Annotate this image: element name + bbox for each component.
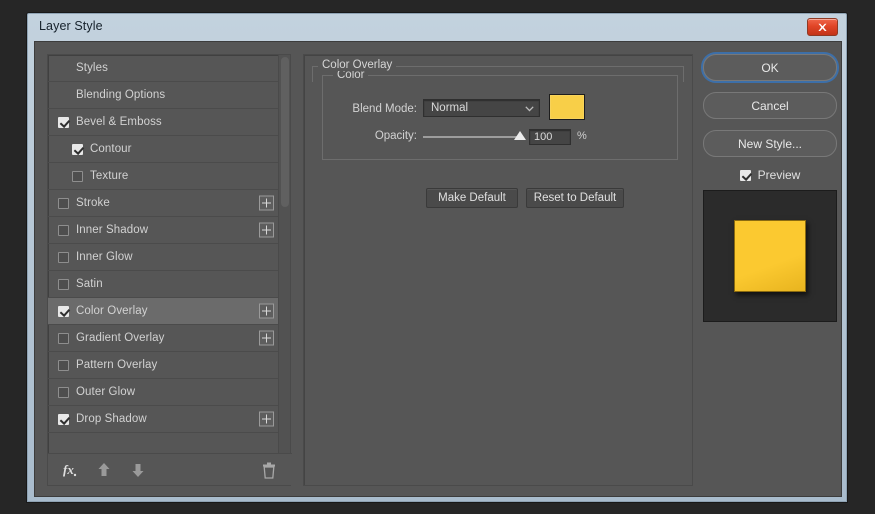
style-row-label: Drop Shadow xyxy=(76,413,147,425)
blend-mode-value: Normal xyxy=(431,102,469,114)
style-row-inner-glow[interactable]: Inner Glow xyxy=(48,244,280,271)
style-row-label: Inner Glow xyxy=(76,251,133,263)
style-row-styles[interactable]: Styles xyxy=(48,55,280,82)
opacity-input[interactable]: 100 xyxy=(529,129,571,145)
style-row-label: Bevel & Emboss xyxy=(76,116,162,128)
window-title: Layer Style xyxy=(39,19,103,33)
make-default-button[interactable]: Make Default xyxy=(426,188,518,208)
dialog-body: Styles Blending Options Bevel & Emboss Cont… xyxy=(34,41,842,497)
style-row-label: Outer Glow xyxy=(76,386,136,398)
style-checkbox[interactable] xyxy=(58,386,69,398)
style-checkbox[interactable] xyxy=(58,197,69,209)
opacity-label: Opacity: xyxy=(374,130,417,142)
chevron-down-icon xyxy=(525,106,534,112)
reset-to-default-button[interactable]: Reset to Default xyxy=(526,188,624,208)
arrow-down-icon[interactable] xyxy=(125,457,151,483)
style-row-bevel-emboss[interactable]: Bevel & Emboss xyxy=(48,109,280,136)
style-row-gradient-overlay[interactable]: Gradient Overlay xyxy=(48,325,280,352)
style-row-blending-options[interactable]: Blending Options xyxy=(48,82,280,109)
add-effect-icon[interactable] xyxy=(259,222,274,238)
style-row-label: Styles xyxy=(76,62,108,74)
style-row-label: Satin xyxy=(76,278,103,290)
opacity-value: 100 xyxy=(534,131,553,143)
style-row-label: Contour xyxy=(90,143,132,155)
arrow-up-icon[interactable] xyxy=(91,457,117,483)
style-checkbox[interactable] xyxy=(58,116,69,128)
style-row-inner-shadow[interactable]: Inner Shadow xyxy=(48,217,280,244)
style-row-drop-shadow[interactable]: Drop Shadow xyxy=(48,406,280,433)
add-effect-icon[interactable] xyxy=(259,303,274,319)
style-checkbox[interactable] xyxy=(58,332,69,344)
style-checkbox[interactable] xyxy=(58,359,69,371)
style-checkbox[interactable] xyxy=(72,170,83,182)
layer-style-window: Layer Style Styles Blending Options Bevel … xyxy=(27,13,847,502)
styles-panel: Styles Blending Options Bevel & Emboss Cont… xyxy=(47,54,292,486)
style-checkbox[interactable] xyxy=(58,224,69,236)
preview-label: Preview xyxy=(757,168,801,182)
styles-scrollbar[interactable] xyxy=(278,55,290,454)
styles-scroll-thumb[interactable] xyxy=(281,57,289,207)
opacity-slider-track[interactable] xyxy=(423,136,519,138)
style-checkbox[interactable] xyxy=(58,413,69,425)
preview-square xyxy=(734,220,806,292)
style-checkbox[interactable] xyxy=(58,251,69,263)
window-titlebar: Layer Style xyxy=(28,14,846,41)
style-row-label: Pattern Overlay xyxy=(76,359,158,371)
style-checkbox[interactable] xyxy=(58,278,69,290)
opacity-slider-thumb[interactable] xyxy=(514,131,526,140)
opacity-unit-label: % xyxy=(577,130,587,142)
styles-list: Styles Blending Options Bevel & Emboss Cont… xyxy=(48,55,280,454)
styles-toolbar: fx xyxy=(48,453,292,485)
blend-mode-label: Blend Mode: xyxy=(352,103,417,115)
style-row-label: Color Overlay xyxy=(76,305,148,317)
style-row-contour[interactable]: Contour xyxy=(48,136,280,163)
ok-button[interactable]: OK xyxy=(703,54,837,81)
new-style-button[interactable]: New Style... xyxy=(703,130,837,157)
style-row-label: Stroke xyxy=(76,197,110,209)
preview-toggle[interactable]: Preview xyxy=(703,166,837,184)
close-icon xyxy=(818,23,827,31)
trash-icon[interactable] xyxy=(256,457,282,483)
style-row-label: Gradient Overlay xyxy=(76,332,165,344)
style-row-texture[interactable]: Texture xyxy=(48,163,280,190)
style-checkbox[interactable] xyxy=(58,305,69,317)
style-row-label: Texture xyxy=(90,170,129,182)
add-effect-icon[interactable] xyxy=(259,195,274,211)
style-checkbox[interactable] xyxy=(72,143,83,155)
section-title: Color Overlay xyxy=(318,59,397,71)
style-row-color-overlay[interactable]: Color Overlay xyxy=(48,298,280,325)
cancel-button[interactable]: Cancel xyxy=(703,92,837,119)
right-column: OK Cancel New Style... Preview xyxy=(703,54,837,486)
style-row-stroke[interactable]: Stroke xyxy=(48,190,280,217)
style-row-pattern-overlay[interactable]: Pattern Overlay xyxy=(48,352,280,379)
fx-icon[interactable]: fx xyxy=(57,457,83,483)
style-row-satin[interactable]: Satin xyxy=(48,271,280,298)
style-row-label: Blending Options xyxy=(76,89,166,101)
style-row-label: Inner Shadow xyxy=(76,224,149,236)
style-row-outer-glow[interactable]: Outer Glow xyxy=(48,379,280,406)
add-effect-icon[interactable] xyxy=(259,411,274,427)
color-group: Color Blend Mode: Normal Opacity: 100 % xyxy=(322,69,678,160)
close-button[interactable] xyxy=(807,18,838,36)
blend-mode-select[interactable]: Normal xyxy=(423,99,540,117)
color-overlay-panel: Color Overlay Color Blend Mode: Normal O… xyxy=(303,54,693,486)
add-effect-icon[interactable] xyxy=(259,330,274,346)
preview-thumbnail xyxy=(703,190,837,322)
preview-checkbox[interactable] xyxy=(739,169,751,181)
svg-text:fx: fx xyxy=(63,462,74,477)
color-swatch-button[interactable] xyxy=(549,94,585,120)
